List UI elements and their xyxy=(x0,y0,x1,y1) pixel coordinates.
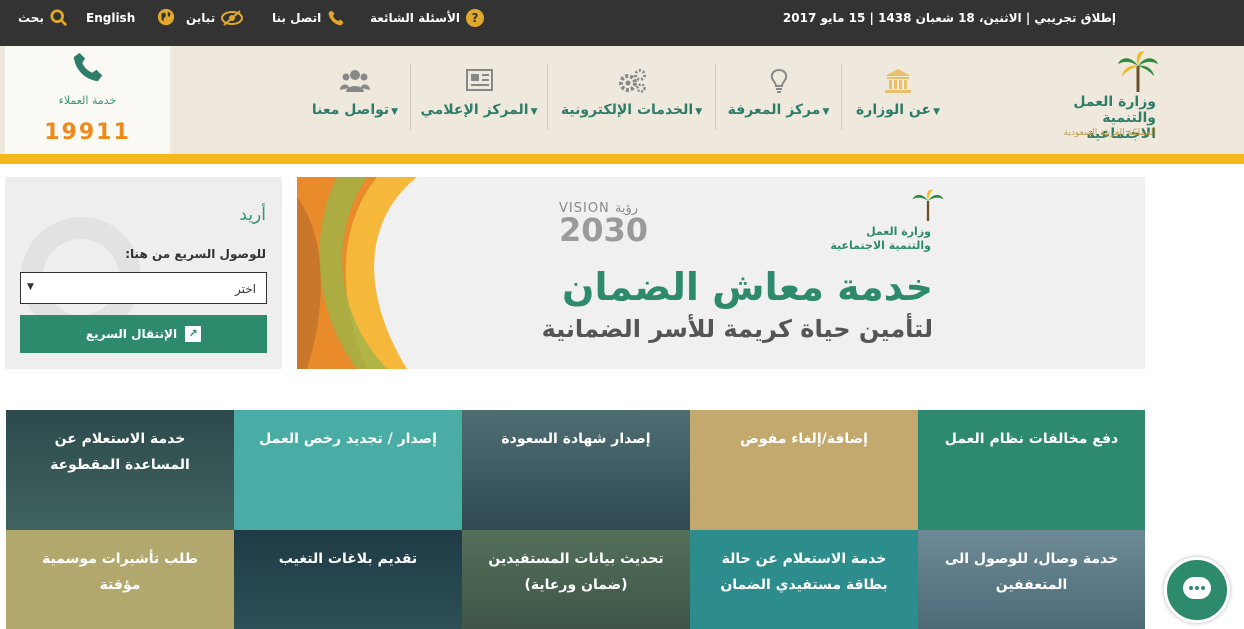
nav-eservices[interactable]: الخدمات الإلكترونية ▼ xyxy=(549,64,714,130)
quick-go-label: الإنتقال السريع xyxy=(85,327,178,341)
language-label: English xyxy=(86,11,136,25)
help-icon: ? xyxy=(466,9,484,27)
logo-line-3: المملكة العربية السعودية xyxy=(1063,128,1156,138)
service-tile-label: خدمة وصال، للوصول الى المتعففين xyxy=(944,551,1119,593)
nav-divider xyxy=(547,64,548,130)
nav-media[interactable]: المركز الإعلامي ▼ xyxy=(412,64,546,130)
nav-divider xyxy=(410,64,411,130)
external-link-icon: ↗ xyxy=(185,326,202,342)
customer-service-label: خدمة العملاء xyxy=(58,94,117,107)
service-tile[interactable]: تقديم بلاغات التغيب xyxy=(234,530,462,629)
search-label: بحث xyxy=(18,11,44,25)
ministry-logo[interactable]: وزارة العمل والتنمية الاجتماعية المملكة … xyxy=(1030,46,1170,154)
faq-link[interactable]: الأسئلة الشائعة ? xyxy=(370,0,484,36)
lightbulb-icon xyxy=(717,68,840,96)
contrast-icon xyxy=(221,10,244,26)
language-link[interactable]: English xyxy=(86,0,175,36)
chat-button[interactable] xyxy=(1164,557,1230,623)
globe-icon xyxy=(157,8,175,29)
service-tile-label: إضافة/إلغاء مفوض xyxy=(740,431,868,447)
quick-access-select[interactable]: ▼ اختر xyxy=(20,272,267,304)
service-tile-label: دفع مخالفات نظام العمل xyxy=(944,431,1119,447)
service-tile-label: تحديث بيانات المستفيدين (ضمان ورعاية) xyxy=(488,551,664,593)
nav-divider xyxy=(841,64,842,130)
nav-knowledge-label: مركز المعرفة xyxy=(727,102,821,118)
banner-logo-line-1: وزارة العمل xyxy=(866,225,931,238)
banner-subline: لتأمين حياة كريمة للأسر الضمانية xyxy=(541,315,933,343)
nav-divider xyxy=(715,64,716,130)
banner-logo-line-2: والتنمية الاجتماعية xyxy=(830,239,931,252)
nav-connect[interactable]: تواصل معنا ▼ xyxy=(300,64,410,130)
service-tile[interactable]: إضافة/إلغاء مفوض xyxy=(690,410,918,530)
hero-banner[interactable]: VISION رؤية 2030 وزارة العمل والتنمية ال… xyxy=(297,177,1145,369)
service-tile[interactable]: طلب تأشيرات موسمية مؤقتة xyxy=(6,530,234,629)
newspaper-icon xyxy=(412,68,546,96)
service-tile-label: طلب تأشيرات موسمية مؤقتة xyxy=(42,551,198,593)
service-tile-label: إصدار / تجديد رخص العمل xyxy=(259,431,437,447)
quick-access-select-value: اختر xyxy=(235,282,256,296)
phone-icon xyxy=(328,10,344,26)
vision-year: 2030 xyxy=(559,211,649,249)
top-bar: إطلاق تجريبي | الاثنين، 18 شعبان 1438 | … xyxy=(0,0,1244,46)
service-tile[interactable]: إصدار شهادة السعودة xyxy=(462,410,690,530)
quick-access-subtitle: للوصول السريع من هنا: xyxy=(125,247,266,261)
contact-link[interactable]: اتصل بنا xyxy=(272,0,345,36)
quick-go-button[interactable]: الإنتقال السريع ↗ xyxy=(20,315,267,353)
search-link[interactable]: بحث xyxy=(18,0,68,36)
service-tile[interactable]: دفع مخالفات نظام العمل xyxy=(918,410,1145,530)
date-text: إطلاق تجريبي | الاثنين، 18 شعبان 1438 | … xyxy=(782,11,1116,25)
service-tile[interactable]: خدمة وصال، للوصول الى المتعففين xyxy=(918,530,1145,629)
nav-about-label: عن الوزارة xyxy=(856,102,932,118)
logo-line-1: وزارة العمل xyxy=(1073,94,1156,110)
nav-about[interactable]: عن الوزارة ▼ xyxy=(843,64,953,130)
quick-access-panel: أريد للوصول السريع من هنا: ▼ اختر الإنتق… xyxy=(5,177,282,369)
service-tile[interactable]: خدمة الاستعلام عن حالة بطاقة مستفيدي الض… xyxy=(690,530,918,629)
banner-palm-icon xyxy=(912,189,944,221)
header-accent-bar xyxy=(0,154,1244,164)
service-tile[interactable]: تحديث بيانات المستفيدين (ضمان ورعاية) xyxy=(462,530,690,629)
nav-media-label: المركز الإعلامي xyxy=(420,102,529,118)
contact-label: اتصل بنا xyxy=(272,11,322,25)
quick-access-title: أريد xyxy=(239,205,266,225)
search-icon xyxy=(50,9,68,27)
service-tile-label: خدمة الاستعلام عن حالة بطاقة مستفيدي الض… xyxy=(720,551,888,593)
building-icon xyxy=(843,68,953,96)
contrast-toggle[interactable]: تباين xyxy=(186,0,244,36)
service-tile-label: خدمة الاستعلام عن المساعدة المقطوعة xyxy=(50,431,190,473)
nav-eservices-label: الخدمات الإلكترونية xyxy=(560,102,694,118)
customer-service-box[interactable]: خدمة العملاء 19911 xyxy=(5,46,170,154)
customer-service-number: 19911 xyxy=(44,120,131,145)
service-tile[interactable]: خدمة الاستعلام عن المساعدة المقطوعة xyxy=(6,410,234,530)
banner-headline: خدمة معاش الضمان xyxy=(562,265,933,309)
dropdown-arrow-icon: ▼ xyxy=(27,282,34,292)
service-tile-label: تقديم بلاغات التغيب xyxy=(278,551,418,567)
service-tile-label: إصدار شهادة السعودة xyxy=(501,431,651,447)
nav-connect-label: تواصل معنا xyxy=(311,102,390,118)
banner-decoration xyxy=(297,177,417,369)
gears-icon xyxy=(549,68,714,96)
phone-icon xyxy=(73,52,103,82)
nav-knowledge[interactable]: مركز المعرفة ▼ xyxy=(717,64,840,130)
palm-logo-icon xyxy=(1118,51,1158,92)
contrast-label: تباين xyxy=(186,11,216,25)
service-tile[interactable]: إصدار / تجديد رخص العمل xyxy=(234,410,462,530)
users-icon xyxy=(300,68,410,96)
faq-label: الأسئلة الشائعة xyxy=(370,11,460,25)
